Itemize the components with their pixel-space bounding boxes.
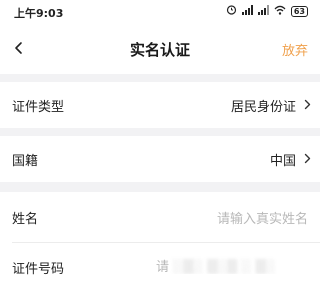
signal-icon — [241, 4, 253, 18]
signal-icon — [257, 4, 269, 18]
id-type-value: 居民身份证 — [230, 100, 296, 115]
giveup-button[interactable]: 放弃 — [282, 40, 308, 59]
status-bar: 上午9:03 63 — [0, 0, 320, 24]
identity-section: 姓名 请输入真实姓名 证件号码 请 ░▒░ ▒░▒ ░ ▒░ — [0, 192, 320, 292]
chevron-right-icon — [304, 153, 311, 164]
id-type-row[interactable]: 证件类型 居民身份证 — [0, 82, 320, 128]
id-type-label: 证件类型 — [12, 100, 65, 115]
obscured-text: ░▒░ ▒░▒ ░ ▒░ — [173, 260, 276, 274]
id-number-placeholder: 请 — [156, 260, 170, 274]
nationality-row[interactable]: 国籍 中国 — [0, 136, 320, 182]
wifi-icon — [274, 5, 286, 18]
battery-indicator: 63 — [290, 5, 308, 17]
nav-bar: 实名认证 放弃 — [0, 24, 320, 74]
id-number-input[interactable]: 请 ░▒░ ▒░▒ ░ ▒░ — [156, 256, 308, 274]
name-input[interactable]: 请输入真实姓名 — [217, 208, 308, 227]
nationality-label: 国籍 — [12, 154, 39, 169]
alarm-icon — [226, 4, 237, 18]
status-icons: 63 — [226, 4, 308, 18]
chevron-right-icon — [304, 99, 311, 110]
id-number-label: 证件号码 — [12, 262, 65, 277]
page-title: 实名认证 — [129, 41, 190, 59]
nationality-value: 中国 — [269, 154, 296, 169]
divider — [12, 242, 320, 243]
name-label: 姓名 — [12, 212, 39, 227]
status-time: 上午9:03 — [14, 7, 64, 20]
